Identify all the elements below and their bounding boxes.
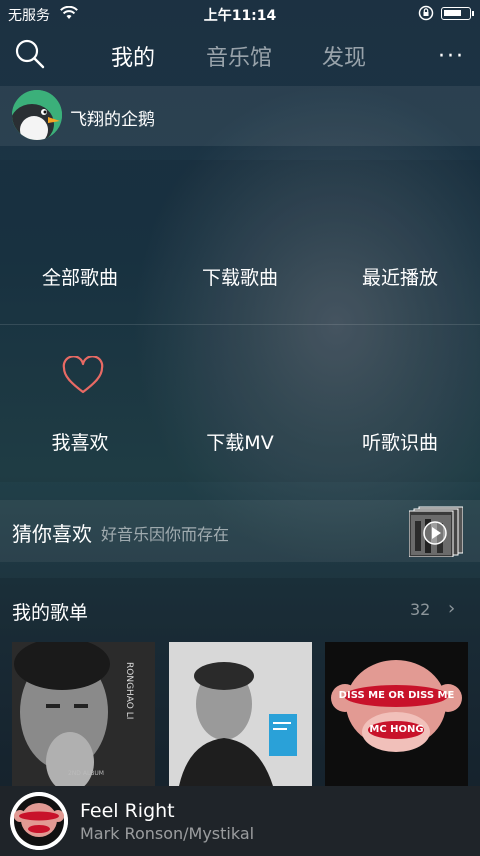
playlists-title: 我的歌单 <box>12 602 89 624</box>
guess-you-like-row[interactable]: 猜你喜欢 好音乐因你而存在 <box>0 500 480 562</box>
grid-divider <box>0 324 480 325</box>
tab-mine[interactable]: 我的 <box>111 40 155 72</box>
chevron-right-icon[interactable]: › <box>448 598 455 619</box>
monkey-logo-icon <box>325 642 468 786</box>
cover-1-vertical-title: RONGHAO LI <box>124 662 134 720</box>
now-playing-title: Feel Right <box>80 800 175 822</box>
battery-level <box>444 10 461 16</box>
song-recognition-button[interactable]: 听歌识曲 <box>320 428 480 455</box>
playlists-count[interactable]: 32 <box>410 600 430 619</box>
search-icon[interactable] <box>14 38 46 70</box>
playlist-cover-2-art <box>169 642 312 786</box>
tab-discover[interactable]: 发现 <box>322 40 366 72</box>
playlist-cover-2[interactable] <box>169 642 312 786</box>
clock: 上午11:14 <box>203 8 277 24</box>
heart-icon[interactable] <box>61 356 105 396</box>
downloaded-songs-button[interactable]: 下载歌曲 <box>160 263 320 290</box>
now-playing-monkey-icon <box>10 792 68 850</box>
favorites-button[interactable]: 我喜欢 <box>0 428 160 455</box>
guess-album-stack[interactable] <box>409 505 463 557</box>
tab-music-hall[interactable]: 音乐馆 <box>206 40 272 72</box>
all-songs-button[interactable]: 全部歌曲 <box>0 263 160 290</box>
user-profile-row[interactable]: 飞翔的企鹅 <box>0 86 480 146</box>
download-mv-button[interactable]: 下载MV <box>160 428 320 455</box>
now-playing-art[interactable] <box>10 792 68 850</box>
playlist-cover-3[interactable]: DISS ME OR DISS ME MC HONG <box>325 642 468 786</box>
my-music-grid: 全部歌曲 下载歌曲 最近播放 我喜欢 下载MV 听歌识曲 <box>0 160 480 482</box>
status-bar: 无服务 上午11:14 <box>0 0 480 28</box>
guess-subtitle: 好音乐因你而存在 <box>101 525 230 544</box>
penguin-icon <box>12 90 62 140</box>
cover-3-title: DISS ME OR DISS ME <box>338 690 455 701</box>
cover-3-subtitle: MC HONG <box>369 724 424 735</box>
cover-1-subtitle: 2ND ALBUM <box>68 770 104 777</box>
my-playlists-section: 我的歌单 32 › RONGHAO LI 2ND ALBUM DISS ME O… <box>0 578 480 788</box>
battery-icon <box>441 7 474 20</box>
more-options-icon[interactable]: ··· <box>438 44 465 69</box>
recent-plays-button[interactable]: 最近播放 <box>320 263 480 290</box>
avatar[interactable] <box>12 90 62 140</box>
guess-title: 猜你喜欢 <box>12 522 92 546</box>
rotation-lock-icon <box>418 5 434 21</box>
top-nav: 我的 音乐馆 发现 ··· <box>0 30 480 80</box>
playlist-cover-1[interactable]: RONGHAO LI 2ND ALBUM <box>12 642 155 786</box>
mini-player[interactable]: Feel Right Mark Ronson/Mystikal <box>0 786 480 856</box>
username: 飞翔的企鹅 <box>70 110 155 130</box>
now-playing-artist: Mark Ronson/Mystikal <box>80 824 255 843</box>
